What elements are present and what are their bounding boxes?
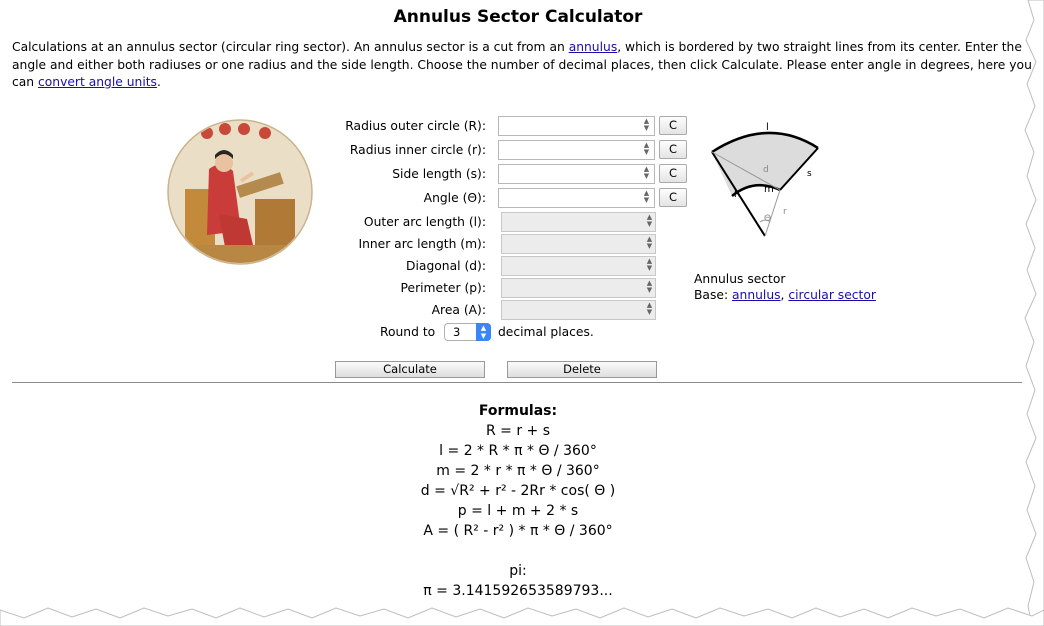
convert-angle-units-link[interactable]: convert angle units xyxy=(38,75,157,89)
torn-edge-bottom xyxy=(0,607,1044,626)
row-angle: Angle (Θ): ▲ ▼ C xyxy=(0,187,700,209)
decimal-places-select[interactable]: 3 ▲ ▼ xyxy=(444,323,491,341)
diagram-label-r: r xyxy=(783,207,787,217)
formulas-section: Formulas: R = r + s l = 2 * R * π * Θ / … xyxy=(300,401,736,601)
formula-line: p = l + m + 2 * s xyxy=(457,503,579,519)
row-side-length: Side length (s): ▲ ▼ C xyxy=(0,163,700,185)
inner-radius-line xyxy=(764,189,781,237)
row-diagonal: Diagonal (d): ▲ ▼ xyxy=(0,255,700,277)
angle-stepper[interactable]: ▲ ▼ xyxy=(642,190,651,205)
annulus-link[interactable]: annulus xyxy=(569,40,618,54)
area-output[interactable] xyxy=(501,300,656,320)
diagram-label-m: m xyxy=(764,184,774,195)
perimeter-stepper: ▲ ▼ xyxy=(646,279,653,294)
perimeter-label: Perimeter (p): xyxy=(400,281,486,295)
row-radius-outer: Radius outer circle (R): ▲ ▼ C xyxy=(0,115,700,137)
perimeter-output[interactable] xyxy=(501,278,656,298)
diagram-caption-title: Annulus sector xyxy=(694,272,786,286)
annulus-sector-diagram: l d s R m r Θ xyxy=(711,122,819,237)
row-radius-inner: Radius inner circle (r): ▲ ▼ C xyxy=(0,139,700,161)
diagram-caption: Annulus sector Base: annulus, circular s… xyxy=(694,271,876,303)
angle-label: Angle (Θ): xyxy=(423,191,486,205)
clear-angle-button[interactable]: C xyxy=(659,188,687,207)
radius-inner-stepper[interactable]: ▲ ▼ xyxy=(642,142,651,157)
formula-spacer xyxy=(300,541,736,561)
page-title: Annulus Sector Calculator xyxy=(393,7,643,27)
pi-label: pi: xyxy=(509,563,527,579)
inner-arc-output[interactable] xyxy=(501,234,656,254)
diagonal-label: Diagonal (d): xyxy=(406,259,486,273)
intro-line3-text: can xyxy=(12,75,38,89)
section-divider xyxy=(12,382,1022,383)
diagonal-output[interactable] xyxy=(501,256,656,276)
formula-line: R = r + s xyxy=(485,423,551,439)
inner-arc-label: Inner arc length (m): xyxy=(358,237,486,251)
delete-button[interactable]: Delete xyxy=(507,361,657,378)
row-area: Area (A): ▲ ▼ xyxy=(0,299,700,321)
intro-line3-rest: . xyxy=(156,75,161,89)
formula-line: m = 2 * r * π * Θ / 360° xyxy=(436,463,600,479)
formulas-heading: Formulas: xyxy=(478,403,558,419)
decimal-places-value: 3 xyxy=(453,325,461,339)
area-label: Area (A): xyxy=(431,303,486,317)
diagram-label-R: R xyxy=(734,190,740,200)
calculate-button[interactable]: Calculate xyxy=(335,361,485,378)
angle-input[interactable] xyxy=(498,188,655,208)
clear-side-length-button[interactable]: C xyxy=(659,164,687,183)
clear-radius-outer-button[interactable]: C xyxy=(659,116,687,135)
intro-text: Calculations at an annulus sector (circu… xyxy=(12,39,1032,92)
diagram-label-d: d xyxy=(763,165,769,175)
diagram-label-s: s xyxy=(807,169,812,179)
diagram-label-theta: Θ xyxy=(764,214,771,224)
radius-outer-stepper[interactable]: ▲ ▼ xyxy=(642,118,651,133)
select-arrows-icon: ▲ ▼ xyxy=(476,323,491,341)
formula-line: l = 2 * R * π * Θ / 360° xyxy=(439,443,597,459)
clear-radius-inner-button[interactable]: C xyxy=(659,140,687,159)
row-outer-arc: Outer arc length (l): ▲ ▼ xyxy=(0,211,700,233)
formula-line: d = √R² + r² - 2Rr * cos( Θ ) xyxy=(420,483,616,499)
radius-inner-label: Radius inner circle (r): xyxy=(349,143,486,157)
round-to-label: Round to xyxy=(380,325,436,339)
radius-inner-input[interactable] xyxy=(498,140,655,160)
inner-arc-stepper: ▲ ▼ xyxy=(646,235,653,250)
side-length-stepper[interactable]: ▲ ▼ xyxy=(642,166,651,181)
base-circular-sector-link[interactable]: circular sector xyxy=(788,288,876,302)
intro-line1-text: Calculations at an annulus sector (circu… xyxy=(12,40,569,54)
side-length-input[interactable] xyxy=(498,164,655,184)
base-annulus-link[interactable]: annulus xyxy=(732,288,781,302)
side-length-label: Side length (s): xyxy=(392,167,486,181)
diagram-label-l: l xyxy=(766,122,769,133)
outer-arc-label: Outer arc length (l): xyxy=(363,215,486,229)
intro-line2-text: angle and either both radiuses or one ra… xyxy=(12,57,1032,72)
formula-line: A = ( R² - r² ) * π * Θ / 360° xyxy=(423,523,613,539)
decimal-places-label: decimal places. xyxy=(498,325,594,339)
row-perimeter: Perimeter (p): ▲ ▼ xyxy=(0,277,700,299)
page: Annulus Sector Calculator Calculations a… xyxy=(0,0,1044,626)
area-stepper: ▲ ▼ xyxy=(646,301,653,316)
radius-outer-input[interactable] xyxy=(498,116,655,136)
outer-arc-output[interactable] xyxy=(501,212,656,232)
torn-edge-right xyxy=(1024,0,1044,626)
outer-arc-stepper: ▲ ▼ xyxy=(646,213,653,228)
diagonal-stepper: ▲ ▼ xyxy=(646,257,653,272)
diagram-base-prefix: Base: xyxy=(694,288,732,302)
radius-outer-label: Radius outer circle (R): xyxy=(345,119,486,133)
row-inner-arc: Inner arc length (m): ▲ ▼ xyxy=(0,233,700,255)
intro-line1-rest: , which is bordered by two straight line… xyxy=(617,40,1022,54)
